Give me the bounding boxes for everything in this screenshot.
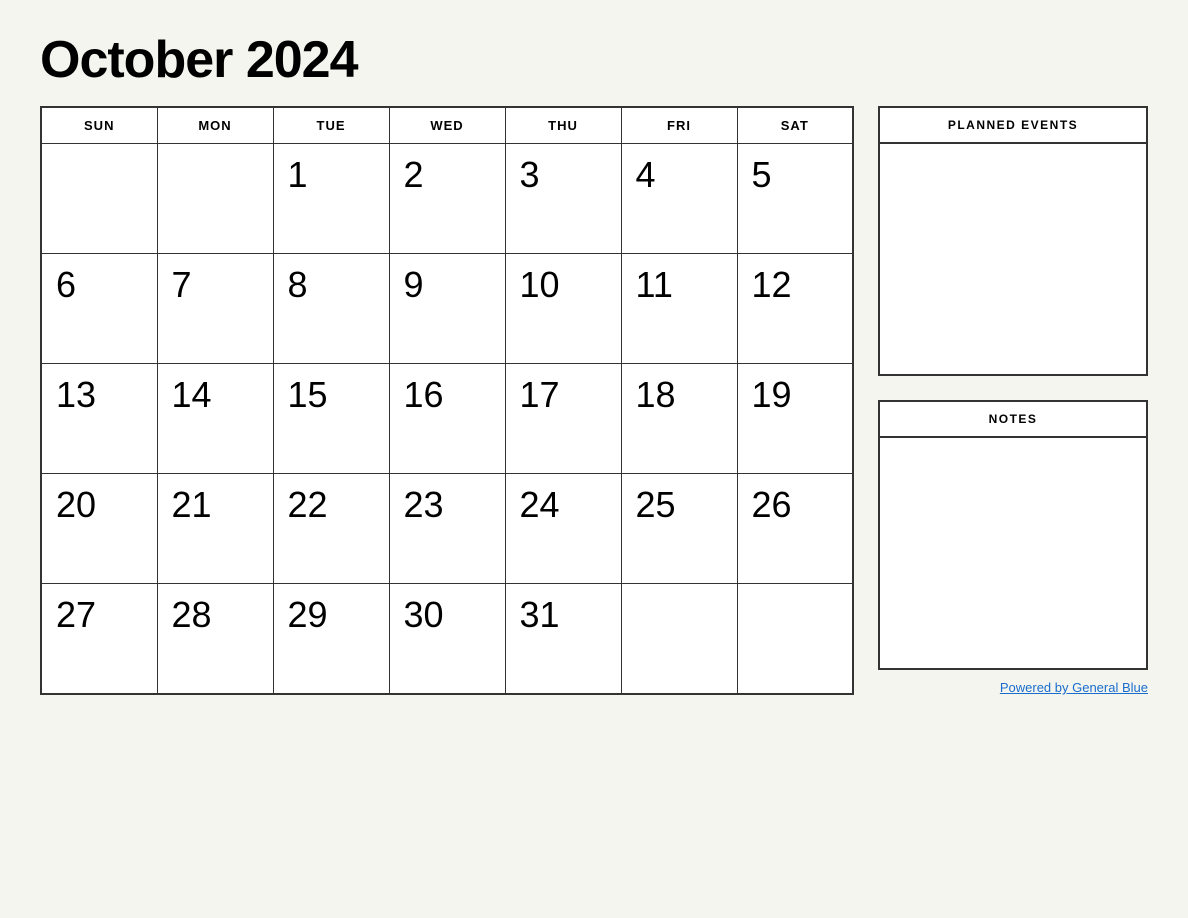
header-fri: FRI [621, 107, 737, 144]
powered-by: Powered by General Blue [878, 680, 1148, 695]
calendar-day-2-2[interactable]: 15 [273, 364, 389, 474]
calendar-day-1-3[interactable]: 9 [389, 254, 505, 364]
calendar-day-4-3[interactable]: 30 [389, 584, 505, 694]
calendar-day-0-2[interactable]: 1 [273, 144, 389, 254]
calendar-day-4-2[interactable]: 29 [273, 584, 389, 694]
calendar-day-2-0[interactable]: 13 [41, 364, 157, 474]
calendar-day-3-6[interactable]: 26 [737, 474, 853, 584]
planned-events-body [880, 144, 1146, 374]
calendar-day-3-1[interactable]: 21 [157, 474, 273, 584]
sidebar-gap [878, 376, 1148, 400]
page: October 2024 SUN MON TUE WED THU FRI SAT… [0, 0, 1188, 918]
main-layout: SUN MON TUE WED THU FRI SAT 123456789101… [40, 106, 1148, 695]
calendar-day-1-6[interactable]: 12 [737, 254, 853, 364]
calendar-table: SUN MON TUE WED THU FRI SAT 123456789101… [40, 106, 854, 695]
planned-events-box: PLANNED EVENTS [878, 106, 1148, 376]
calendar-day-4-0[interactable]: 27 [41, 584, 157, 694]
calendar-day-2-6[interactable]: 19 [737, 364, 853, 474]
notes-box: NOTES [878, 400, 1148, 670]
calendar-day-0-6[interactable]: 5 [737, 144, 853, 254]
calendar-day-1-2[interactable]: 8 [273, 254, 389, 364]
calendar-day-3-5[interactable]: 25 [621, 474, 737, 584]
calendar-day-2-4[interactable]: 17 [505, 364, 621, 474]
calendar-week-0: 12345 [41, 144, 853, 254]
calendar-day-4-1[interactable]: 28 [157, 584, 273, 694]
calendar-day-1-4[interactable]: 10 [505, 254, 621, 364]
calendar-day-2-3[interactable]: 16 [389, 364, 505, 474]
header-mon: MON [157, 107, 273, 144]
calendar-title: October 2024 [40, 30, 1148, 90]
planned-events-header: PLANNED EVENTS [880, 108, 1146, 144]
calendar-day-4-4[interactable]: 31 [505, 584, 621, 694]
calendar-day-1-0[interactable]: 6 [41, 254, 157, 364]
calendar-day-1-1[interactable]: 7 [157, 254, 273, 364]
calendar-day-4-5[interactable] [621, 584, 737, 694]
notes-body [880, 438, 1146, 668]
notes-header: NOTES [880, 402, 1146, 438]
calendar-week-2: 13141516171819 [41, 364, 853, 474]
calendar-day-3-2[interactable]: 22 [273, 474, 389, 584]
calendar-week-1: 6789101112 [41, 254, 853, 364]
calendar-day-0-5[interactable]: 4 [621, 144, 737, 254]
sidebar: PLANNED EVENTS NOTES Powered by General … [878, 106, 1148, 695]
header-sun: SUN [41, 107, 157, 144]
calendar-day-2-5[interactable]: 18 [621, 364, 737, 474]
calendar-day-3-3[interactable]: 23 [389, 474, 505, 584]
calendar-day-0-1[interactable] [157, 144, 273, 254]
calendar-day-3-4[interactable]: 24 [505, 474, 621, 584]
header-wed: WED [389, 107, 505, 144]
calendar-day-0-3[interactable]: 2 [389, 144, 505, 254]
calendar-day-4-6[interactable] [737, 584, 853, 694]
powered-by-link[interactable]: Powered by General Blue [1000, 680, 1148, 695]
calendar-day-0-0[interactable] [41, 144, 157, 254]
calendar-day-2-1[interactable]: 14 [157, 364, 273, 474]
calendar-week-3: 20212223242526 [41, 474, 853, 584]
calendar-week-4: 2728293031 [41, 584, 853, 694]
days-header-row: SUN MON TUE WED THU FRI SAT [41, 107, 853, 144]
calendar-section: SUN MON TUE WED THU FRI SAT 123456789101… [40, 106, 854, 695]
calendar-day-0-4[interactable]: 3 [505, 144, 621, 254]
calendar-day-3-0[interactable]: 20 [41, 474, 157, 584]
calendar-day-1-5[interactable]: 11 [621, 254, 737, 364]
calendar-body: 1234567891011121314151617181920212223242… [41, 144, 853, 694]
header-sat: SAT [737, 107, 853, 144]
header-tue: TUE [273, 107, 389, 144]
header-thu: THU [505, 107, 621, 144]
